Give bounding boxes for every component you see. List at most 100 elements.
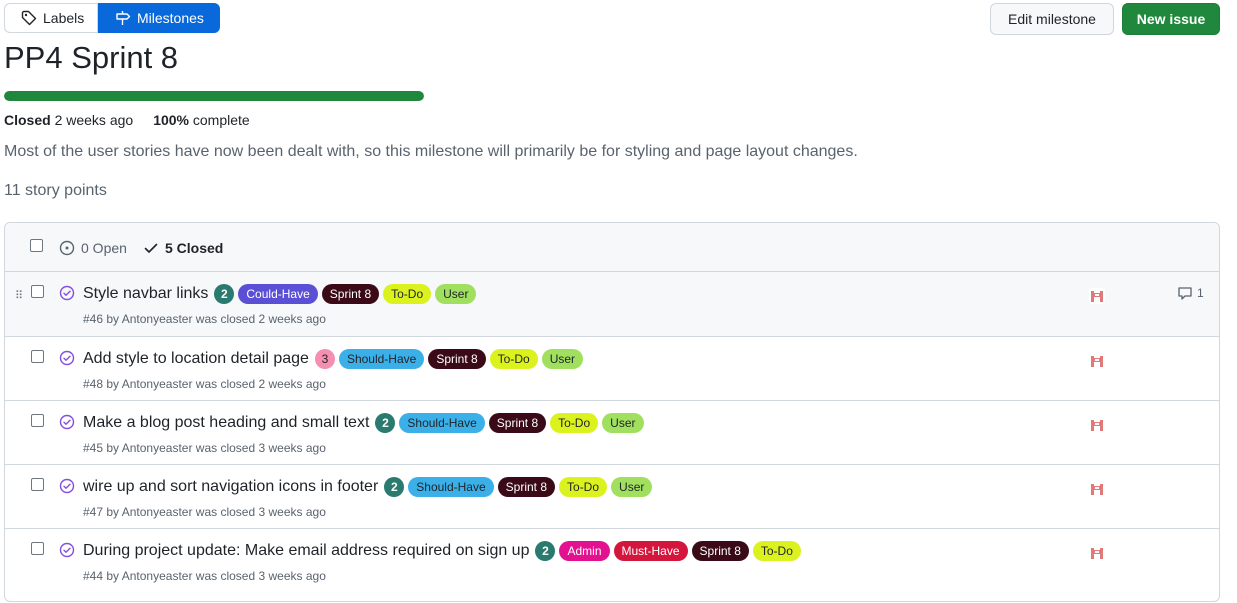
issue-labels: Could-Have Sprint 8 To-Do User (238, 284, 477, 304)
check-icon (144, 243, 158, 253)
story-points-badge: 2 (535, 541, 556, 561)
issue-row[interactable]: Add style to location detail page 3 Shou… (5, 337, 1219, 401)
issue-closed-icon (59, 350, 75, 366)
issues-list: 0 Open 5 Closed Style navbar links 2 Cou… (4, 222, 1220, 602)
assignee-avatar[interactable] (1087, 543, 1107, 563)
issue-checkbox[interactable] (31, 478, 44, 491)
issue-labels: Admin Must-Have Sprint 8 To-Do (559, 541, 801, 561)
story-points-badge: 2 (375, 413, 396, 433)
issue-by: by (106, 505, 120, 519)
issue-label[interactable]: To-Do (559, 477, 608, 497)
closed-issues-filter[interactable]: 5 Closed (143, 240, 223, 256)
issue-number: #47 (83, 505, 104, 519)
issue-labels: Should-Have Sprint 8 To-Do User (408, 477, 653, 497)
milestones-tab-label: Milestones (137, 10, 204, 26)
issue-author-link[interactable]: Antonyeaster (122, 441, 193, 455)
issue-author-link[interactable]: Antonyeaster (122, 505, 193, 519)
issue-opened-icon (59, 240, 75, 256)
issue-label[interactable]: To-Do (489, 349, 538, 369)
issue-label[interactable]: To-Do (752, 541, 801, 561)
milestone-meta: Closed 2 weeks ago 100% complete (4, 112, 250, 128)
issue-number: #48 (83, 377, 104, 391)
issue-title[interactable]: Add style to location detail page (83, 350, 309, 368)
issue-label[interactable]: User (541, 349, 584, 369)
milestone-title: PP4 Sprint 8 (4, 40, 179, 75)
issue-closed-text: was closed 3 weeks ago (195, 505, 326, 519)
assignee-avatar[interactable] (1087, 479, 1107, 499)
issue-labels: Should-Have Sprint 8 To-Do User (399, 413, 644, 433)
issue-label[interactable]: Should-Have (399, 413, 485, 433)
assignee-avatar[interactable] (1087, 415, 1107, 435)
issue-checkbox[interactable] (31, 350, 44, 363)
issue-title[interactable]: During project update: Make email addres… (83, 542, 529, 560)
issue-label[interactable]: To-Do (550, 413, 599, 433)
issue-closed-icon (59, 478, 75, 494)
comments-link[interactable]: 1 (1177, 285, 1204, 301)
issue-labels: Should-Have Sprint 8 To-Do User (338, 349, 584, 369)
story-points-badge: 2 (214, 284, 235, 304)
tag-icon (21, 10, 37, 26)
issue-by: by (106, 312, 120, 326)
comment-count: 1 (1197, 286, 1204, 300)
assignee-avatar[interactable] (1087, 351, 1107, 371)
issue-author-link[interactable]: Antonyeaster (122, 377, 193, 391)
issue-label[interactable]: Should-Have (408, 477, 494, 497)
issue-label[interactable]: Sprint 8 (428, 349, 486, 369)
issue-row[interactable]: Make a blog post heading and small text … (5, 401, 1219, 465)
issue-label[interactable]: Admin (559, 541, 610, 561)
labels-tab[interactable]: Labels (4, 3, 98, 33)
issue-row[interactable]: wire up and sort navigation icons in foo… (5, 465, 1219, 529)
issue-closed-text: was closed 2 weeks ago (195, 377, 326, 391)
issue-author-link[interactable]: Antonyeaster (122, 569, 193, 583)
completion-percent: 100% (153, 112, 189, 128)
issue-by: by (106, 377, 120, 391)
edit-milestone-button[interactable]: Edit milestone (990, 3, 1114, 35)
labels-tab-label: Labels (43, 10, 85, 26)
issue-label[interactable]: User (435, 284, 477, 304)
milestone-progress-fill (4, 91, 424, 101)
issue-row[interactable]: Style navbar links 2 Could-Have Sprint 8T… (5, 272, 1219, 337)
issue-number: #44 (83, 569, 104, 583)
issue-meta: #48 by Antonyeaster was closed 2 weeks a… (83, 377, 326, 391)
issue-checkbox[interactable] (31, 285, 44, 298)
select-all-checkbox[interactable] (30, 239, 43, 252)
issue-label[interactable]: Must-Have (613, 541, 688, 561)
issue-checkbox[interactable] (31, 542, 44, 555)
milestone-icon (116, 11, 131, 25)
new-issue-button[interactable]: New issue (1122, 3, 1220, 35)
issue-label[interactable]: User (611, 477, 653, 497)
issue-by: by (106, 441, 120, 455)
closed-label: Closed (4, 112, 51, 128)
issue-title[interactable]: wire up and sort navigation icons in foo… (83, 478, 378, 496)
issue-author-link[interactable]: Antonyeaster (122, 312, 193, 326)
issue-row[interactable]: During project update: Make email addres… (5, 529, 1219, 592)
issue-title[interactable]: Style navbar links (83, 285, 208, 303)
open-issues-filter[interactable]: 0 Open (59, 240, 127, 256)
drag-handle-icon[interactable]: ⠿ (15, 289, 23, 302)
issue-title-line: Make a blog post heading and small text … (83, 413, 644, 433)
milestones-tab[interactable]: Milestones (98, 3, 220, 33)
milestone-story-points: 11 story points (4, 182, 107, 199)
issue-label[interactable]: User (602, 413, 644, 433)
story-points-badge: 3 (314, 349, 335, 369)
milestone-closed-status: Closed 2 weeks ago (4, 112, 133, 128)
issue-meta: #44 by Antonyeaster was closed 3 weeks a… (83, 569, 326, 583)
issue-closed-text: was closed 3 weeks ago (195, 441, 326, 455)
issue-label[interactable]: Should-Have (338, 349, 425, 369)
issue-title[interactable]: Make a blog post heading and small text (83, 414, 369, 432)
issue-label[interactable]: Sprint 8 (497, 477, 556, 497)
assignee-avatar[interactable] (1087, 286, 1107, 306)
comment-icon (1178, 287, 1192, 300)
closed-when: 2 weeks ago (54, 112, 134, 128)
issue-closed-text: was closed 2 weeks ago (195, 312, 326, 326)
issue-meta: #45 by Antonyeaster was closed 3 weeks a… (83, 441, 326, 455)
issue-label[interactable]: Sprint 8 (488, 413, 547, 433)
issue-label[interactable]: To-Do (383, 284, 432, 304)
issue-label[interactable]: Could-Have (238, 284, 318, 304)
milestone-completion: 100% complete (153, 112, 250, 128)
issue-checkbox[interactable] (31, 414, 44, 427)
issue-label[interactable]: Sprint 8 (691, 541, 749, 561)
milestone-description: Most of the user stories have now been d… (4, 143, 858, 160)
issue-label[interactable]: Sprint 8 (321, 284, 380, 304)
issue-closed-text: was closed 3 weeks ago (195, 569, 326, 583)
